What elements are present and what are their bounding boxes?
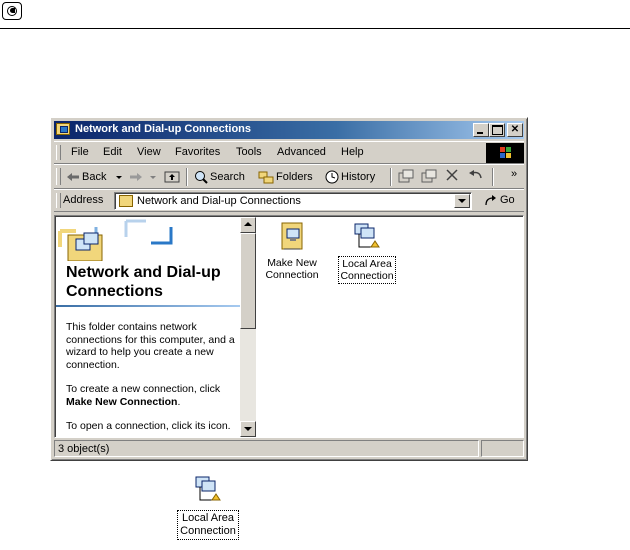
toolbar-overflow-button[interactable]: » [511,166,517,182]
search-button[interactable]: Search [194,169,245,185]
go-arrow-icon [485,195,496,206]
forward-dropdown[interactable] [150,169,156,185]
local-area-connection-icon [195,476,221,501]
item-label: Local Area Connection [338,256,396,284]
pane-text-span: . [177,395,181,408]
copy-to-icon [421,169,437,183]
address-label: Address [63,194,104,206]
menu-tools[interactable]: Tools [236,146,262,158]
explorer-window: Network and Dial-up Connections ✕ File E… [50,117,528,461]
pane-paragraph: To create a new connection, click Make N… [66,383,238,408]
pane-heading: Network and Dial-up Connections [66,264,221,300]
toolbar-separator [186,168,188,186]
scroll-thumb[interactable] [240,233,256,329]
vertical-scrollbar[interactable] [240,217,256,437]
window-title: Network and Dial-up Connections [75,123,252,135]
status-text: 3 object(s) [58,443,110,455]
history-label: History [341,171,376,183]
pane-text-span: To create a new connection, click [66,383,221,395]
folder-banner-art [58,219,173,261]
menu-grip[interactable] [56,145,61,160]
undo-button[interactable] [468,169,484,185]
back-button[interactable]: Back [66,169,106,185]
folders-icon [258,171,274,184]
folders-button[interactable]: Folders [258,169,313,185]
back-dropdown[interactable] [116,169,122,185]
item-label-line: Local Area [342,258,392,270]
go-label: Go [500,194,515,206]
scroll-down-button[interactable] [240,421,256,437]
back-label: Back [82,171,107,183]
forward-arrow-icon [130,173,142,182]
up-folder-icon [164,171,180,183]
pane-paragraph: This folder contains network connections… [66,321,235,371]
item-label-line: Connection [340,270,394,282]
toolbar-grip [56,168,61,185]
menu-edit[interactable]: Edit [103,146,122,158]
address-value: Network and Dial-up Connections [137,195,301,207]
make-new-connection-icon [281,222,303,250]
scroll-up-button[interactable] [240,217,256,233]
delete-button[interactable] [446,169,458,185]
go-button[interactable]: Go [484,194,515,206]
maximize-button[interactable] [489,123,505,137]
menu-help[interactable]: Help [341,146,364,158]
menu-bar: File Edit View Favorites Tools Advanced … [54,141,524,164]
local-area-connection-item[interactable]: Local Area Connection [332,221,402,284]
pane-paragraph: To open a connection, click its icon. [66,420,231,432]
toolbar-separator [492,168,494,186]
pane-description: This folder contains network connections… [66,321,238,437]
local-area-connection-icon [354,223,380,248]
header-divider [0,28,630,29]
status-cell-zone [481,440,524,457]
chevron-down-icon [150,176,156,179]
status-cell-objects: 3 object(s) [54,440,479,457]
title-bar[interactable]: Network and Dial-up Connections ✕ [54,121,524,139]
address-dropdown-button[interactable] [454,194,470,208]
pane-heading-rule [56,305,240,307]
address-input[interactable]: Network and Dial-up Connections [114,192,472,210]
search-label: Search [210,171,245,183]
close-button[interactable]: ✕ [507,123,523,137]
folders-label: Folders [276,171,313,183]
chevron-down-icon [116,176,122,179]
history-button[interactable]: History [325,169,375,185]
back-arrow-icon [67,173,79,182]
address-bar: Address Network and Dial-up Connections … [54,189,524,212]
status-bar: 3 object(s) [54,440,524,458]
close-icon: ✕ [510,124,520,135]
item-label: Make New Connection [264,256,319,282]
item-label-line: Connection [265,269,319,281]
menu-view[interactable]: View [137,146,161,158]
forward-button[interactable] [129,169,145,185]
content-pane: Network and Dial-up Connections This fol… [54,215,524,438]
local-area-connection-desktop-item[interactable]: Local Area Connection [171,474,245,540]
item-label-line: Make New [267,257,317,269]
menu-file[interactable]: File [71,146,89,158]
make-new-connection-item[interactable]: Make New Connection [257,221,327,282]
make-new-connection-link[interactable]: Make New Connection [66,396,177,408]
search-icon [195,171,208,184]
up-folder-button[interactable] [164,169,180,185]
move-to-button[interactable] [398,169,414,185]
item-label: Local Area Connection [177,510,239,540]
history-icon [325,170,339,184]
web-view-pane: Network and Dial-up Connections This fol… [56,217,240,437]
move-to-icon [398,169,414,183]
item-label-line: Local Area [182,512,234,524]
menu-favorites[interactable]: Favorites [175,146,220,158]
standard-toolbar: Back Search Folders History » [54,164,524,189]
copy-to-button[interactable] [421,169,437,185]
windows-logo-icon [486,143,524,163]
undo-icon [469,170,482,179]
item-label-line: Connection [180,525,236,537]
address-grip [56,193,61,208]
folder-network-icon [119,195,133,207]
menu-advanced[interactable]: Advanced [277,146,326,158]
page-logo-icon [2,2,22,20]
minimize-button[interactable] [473,123,489,137]
delete-icon [446,169,458,181]
folder-network-icon [56,123,70,135]
toolbar-separator [390,168,392,186]
